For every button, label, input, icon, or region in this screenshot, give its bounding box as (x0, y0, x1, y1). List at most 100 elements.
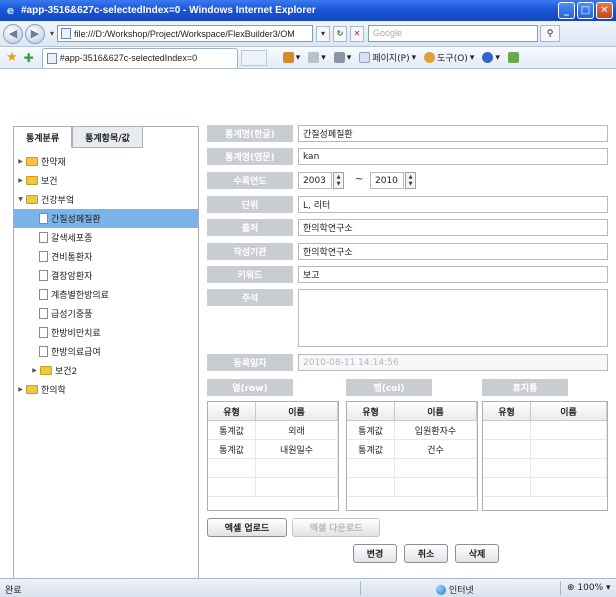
table-row[interactable]: 통계값 외래 (208, 421, 338, 440)
page-menu[interactable]: 페이지(P) ▾ (359, 51, 416, 64)
feeds-button[interactable]: ▾ (308, 52, 326, 63)
zoom-level[interactable]: ⊕ 100% ▾ (567, 583, 611, 593)
minimize-button[interactable]: _ (558, 2, 575, 19)
folder-icon (26, 385, 38, 394)
security-zone[interactable]: 인터넷 (436, 583, 474, 596)
table-row[interactable] (483, 440, 607, 459)
browser-tab[interactable]: #app-3516&627c-selectedIndex=0 (41, 47, 238, 68)
back-arrow-icon[interactable]: ◀ (3, 23, 23, 44)
help-button[interactable]: ▾ (482, 52, 500, 63)
home-button[interactable]: ▾ (282, 52, 300, 63)
year-from-field[interactable]: 2003 (298, 172, 332, 189)
table-row[interactable]: 통계값 건수 (347, 440, 477, 459)
tree-item[interactable]: ▶ 보건 (14, 171, 198, 190)
new-tab-button[interactable] (240, 49, 267, 66)
recent-pages-dropdown-icon[interactable]: ▾ (50, 29, 54, 38)
table-row[interactable] (483, 478, 607, 497)
forward-arrow-icon[interactable]: ▶ (25, 23, 45, 44)
note-textarea[interactable] (298, 289, 608, 347)
tree-item-label: 한방의료급여 (51, 348, 101, 358)
col-grid[interactable]: 유형 이름 통계값 입원환자수 통계값 건수 (346, 401, 478, 511)
tab-statistics-items[interactable]: 통계항목/값 (72, 126, 143, 148)
expanded-arrow-icon[interactable]: ▼ (16, 196, 25, 203)
tree-item[interactable]: 한방비만치료 (14, 323, 198, 342)
tree-item[interactable]: 간질성폐질환 (14, 209, 198, 228)
cell-type (347, 459, 395, 477)
url-field[interactable]: file:///D:/Workshop/Project/Workspace/Fl… (57, 25, 314, 42)
unit-field[interactable]: L, 리터 (298, 196, 608, 213)
source-field[interactable]: 한의학연구소 (298, 219, 608, 236)
tree-item[interactable]: 계층별한방의료 (14, 285, 198, 304)
window-title: #app-3516&627c-selectedIndex=0 - Windows… (21, 5, 316, 16)
collapsed-arrow-icon[interactable]: ▶ (16, 386, 25, 393)
tree-item[interactable]: ▶ 한약재 (14, 152, 198, 171)
table-row[interactable] (347, 478, 477, 497)
tree-item[interactable]: ▶ 한의학 (14, 380, 198, 399)
column-name-header[interactable]: 이름 (531, 402, 607, 420)
column-type-header[interactable]: 유형 (208, 402, 256, 420)
research-button[interactable] (507, 52, 519, 63)
cancel-button[interactable]: 취소 (404, 544, 448, 563)
tree-item[interactable]: 견비통환자 (14, 247, 198, 266)
author-field[interactable]: 한의학연구소 (298, 243, 608, 260)
table-row[interactable]: 통계값 입원환자수 (347, 421, 477, 440)
tree-item[interactable]: ▶ 보건2 (14, 361, 198, 380)
refresh-icon[interactable]: ↻ (333, 25, 348, 42)
cell-name (531, 421, 607, 439)
keyword-field[interactable]: 보고 (298, 266, 608, 283)
label-name-en: 통계명(영문) (207, 148, 293, 165)
year-from-stepper[interactable]: ▲ ▼ (333, 172, 344, 189)
folder-icon (40, 366, 52, 375)
search-icon[interactable]: ⚲ (540, 25, 561, 42)
maximize-button[interactable]: □ (577, 2, 594, 19)
recycle-grid[interactable]: 유형 이름 (482, 401, 608, 511)
browser-tab-title: #app-3516&627c-selectedIndex=0 (59, 53, 198, 63)
collapsed-arrow-icon[interactable]: ▶ (16, 158, 25, 165)
cell-type: 통계값 (208, 421, 256, 439)
excel-upload-button[interactable]: 엑셀 업로드 (207, 518, 287, 537)
tools-menu[interactable]: 도구(O) ▾ (424, 51, 474, 64)
collapsed-arrow-icon[interactable]: ▶ (30, 367, 39, 374)
year-to-stepper[interactable]: ▲ ▼ (405, 172, 416, 189)
stop-icon[interactable]: ✕ (350, 25, 365, 42)
tools-gear-icon (424, 52, 436, 63)
add-favorite-icon[interactable]: ✚ (24, 51, 34, 65)
table-row[interactable]: 통계값 내원일수 (208, 440, 338, 459)
table-row[interactable] (483, 421, 607, 440)
tree-item[interactable]: 결장암환자 (14, 266, 198, 285)
table-row[interactable] (347, 459, 477, 478)
cell-type (483, 459, 531, 477)
stepper-down-icon: ▼ (336, 180, 341, 187)
name-en-field[interactable]: kan (298, 148, 608, 165)
delete-button[interactable]: 삭제 (455, 544, 499, 563)
globe-icon (436, 584, 446, 595)
row-grid[interactable]: 유형 이름 통계값 외래 통계값 내원일수 (207, 401, 339, 511)
table-row[interactable] (208, 478, 338, 497)
table-row[interactable] (208, 459, 338, 478)
label-regdate: 등록일자 (207, 354, 293, 371)
change-button[interactable]: 변경 (353, 544, 397, 563)
search-input[interactable]: Google (368, 25, 539, 42)
column-type-header[interactable]: 유형 (483, 402, 531, 420)
tree-item-label: 건강부엌 (41, 196, 75, 206)
page-icon (61, 28, 72, 39)
favorites-star-icon[interactable]: ★ (6, 50, 18, 65)
tree-item[interactable]: 한방의료급여 (14, 342, 198, 361)
tree-item[interactable]: ▼ 건강부엌 (14, 190, 198, 209)
print-button[interactable]: ▾ (333, 52, 351, 63)
column-type-header[interactable]: 유형 (347, 402, 395, 420)
collapsed-arrow-icon[interactable]: ▶ (16, 177, 25, 184)
tree-item[interactable]: 갈색세포종 (14, 228, 198, 247)
name-kr-field[interactable]: 간질성폐질환 (298, 125, 608, 142)
url-dropdown-icon[interactable]: ▾ (316, 25, 331, 42)
year-to-field[interactable]: 2010 (370, 172, 404, 189)
close-button[interactable]: ✕ (596, 2, 613, 19)
document-icon (39, 346, 48, 357)
table-row[interactable] (483, 459, 607, 478)
document-icon (39, 232, 48, 243)
tab-statistics-category[interactable]: 통계분류 (13, 126, 73, 148)
column-name-header[interactable]: 이름 (256, 402, 338, 420)
tree-item[interactable]: 급성기중풍 (14, 304, 198, 323)
cell-type (208, 478, 256, 496)
column-name-header[interactable]: 이름 (395, 402, 477, 420)
